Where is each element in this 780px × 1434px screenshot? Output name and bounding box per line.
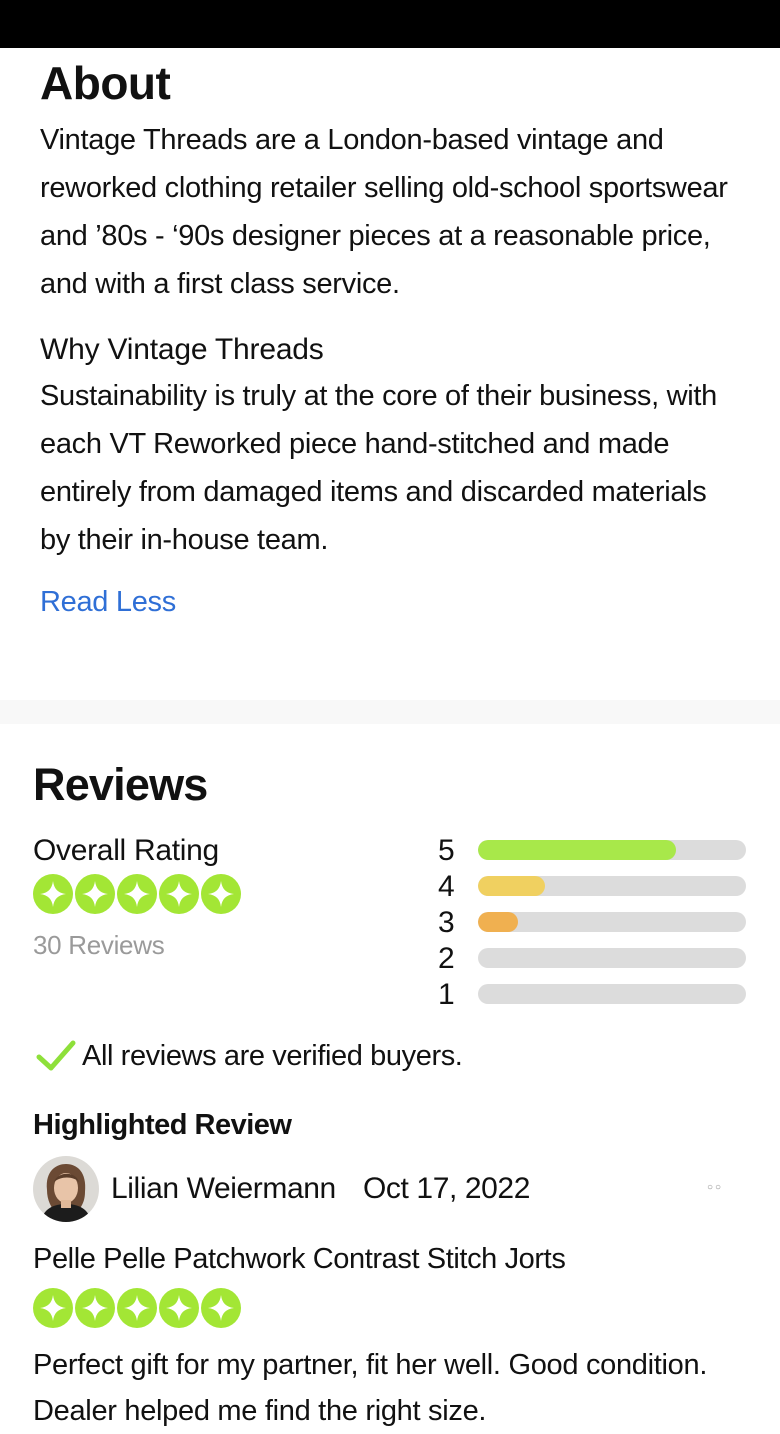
rating-bar-track [478, 876, 746, 896]
star-icon [117, 1288, 157, 1328]
review-stars [33, 1288, 241, 1328]
rating-bar-track [478, 840, 746, 860]
rating-bar-fill [478, 912, 519, 932]
section-divider [0, 700, 780, 724]
rating-bar-row[interactable]: 1 [434, 976, 746, 1012]
reviewer-name: Lilian Weiermann [111, 1172, 336, 1205]
rating-bar-label: 5 [438, 834, 455, 867]
status-bar [0, 0, 780, 48]
star-icon [75, 874, 115, 914]
more-options-icon[interactable]: ○○ [707, 1182, 723, 1193]
highlighted-review-label: Highlighted Review [33, 1109, 292, 1141]
star-icon [159, 1288, 199, 1328]
rating-bar-track [478, 912, 746, 932]
star-icon [201, 1288, 241, 1328]
review-product-title: Pelle Pelle Patchwork Contrast Stitch Jo… [33, 1243, 566, 1275]
rating-bar-row[interactable]: 2 [434, 940, 746, 976]
overall-rating-label: Overall Rating [33, 834, 219, 867]
about-title: About [40, 57, 171, 109]
rating-bar-track [478, 984, 746, 1004]
rating-bar-row[interactable]: 3 [434, 904, 746, 940]
star-icon [159, 874, 199, 914]
star-icon [33, 874, 73, 914]
avatar[interactable] [33, 1156, 99, 1222]
rating-bar-row[interactable]: 4 [434, 868, 746, 904]
rating-bar-row[interactable]: 5 [434, 832, 746, 868]
review-date: Oct 17, 2022 [363, 1172, 530, 1205]
read-less-link[interactable]: Read Less [40, 582, 740, 622]
review-count[interactable]: 30 Reviews [33, 928, 165, 962]
star-icon [75, 1288, 115, 1328]
star-icon [117, 874, 157, 914]
rating-bar-label: 2 [438, 942, 455, 975]
verified-text: All reviews are verified buyers. [82, 1040, 463, 1072]
about-description: Vintage Threads are a London-based vinta… [40, 124, 728, 300]
rating-bar-label: 1 [438, 978, 455, 1011]
why-text: Sustainability is truly at the core of t… [40, 380, 718, 556]
why-title: Why Vintage Threads [40, 333, 324, 366]
review-body: Perfect gift for my partner, fit her wel… [33, 1349, 708, 1427]
star-icon [33, 1288, 73, 1328]
overall-stars [33, 874, 241, 914]
about-section: About Vintage Threads are a London-based… [40, 56, 740, 622]
reviews-title: Reviews [33, 759, 208, 810]
check-icon [36, 1040, 76, 1071]
star-icon [201, 874, 241, 914]
rating-bar-fill [478, 840, 677, 860]
rating-bar-fill [478, 876, 545, 896]
rating-breakdown: 54321 [434, 832, 746, 1012]
rating-bar-track [478, 948, 746, 968]
rating-bar-label: 4 [438, 870, 455, 903]
verified-note: All reviews are verified buyers. [36, 1036, 463, 1076]
reviewer-row: Lilian Weiermann Oct 17, 2022 ○○ [33, 1156, 733, 1222]
rating-bar-label: 3 [438, 906, 455, 939]
